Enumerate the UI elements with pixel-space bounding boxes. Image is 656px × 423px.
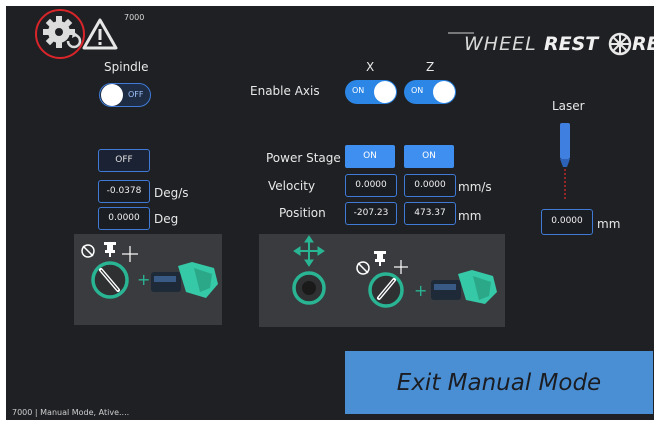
no-spindle-icon: [81, 244, 95, 258]
spindle-label: Spindle: [104, 60, 149, 74]
axis-x-label: X: [366, 60, 375, 74]
axis-z-label: Z: [426, 60, 435, 74]
velocity-unit: mm/s: [458, 180, 492, 194]
toggle-knob: [433, 81, 455, 103]
spindle-head-icon: [104, 242, 116, 257]
axis-tool-panel: +: [259, 234, 505, 327]
spindle-head-icon: [374, 251, 386, 266]
position-unit: mm: [458, 209, 482, 223]
move-cross-icon: [293, 235, 325, 267]
move-arrows-icon: [122, 246, 138, 262]
spindle-speed-unit: Deg/s: [154, 186, 189, 200]
move-arrows-icon: [394, 260, 408, 274]
axis-z-toggle-text: ON: [411, 86, 424, 95]
status-bar-text: 7000 | Manual Mode, Ative....: [12, 408, 130, 417]
exit-manual-mode-button[interactable]: Exit Manual Mode: [345, 351, 653, 414]
power-stage-label: Power Stage: [266, 151, 341, 165]
laser-label: Laser: [552, 99, 585, 113]
enable-axis-label: Enable Axis: [250, 84, 320, 98]
brand-tail: RE: [632, 33, 654, 55]
axis-x-toggle[interactable]: ON: [345, 80, 397, 104]
tool-holder-icon: [431, 270, 497, 304]
laser-field[interactable]: 0.0000: [541, 209, 593, 235]
velocity-x-field[interactable]: 0.0000: [345, 174, 397, 197]
spindle-toggle[interactable]: OFF: [99, 83, 151, 107]
brand-thin: WHEEL: [464, 33, 537, 55]
svg-text:+: +: [414, 281, 427, 300]
toggle-knob: [374, 81, 396, 103]
spindle-toggle-text: OFF: [128, 90, 144, 99]
settings-highlight-circle: [35, 9, 85, 59]
velocity-label: Velocity: [268, 179, 316, 193]
tool-holder-icon: [151, 262, 218, 298]
brand-bold: REST: [544, 33, 599, 55]
spindle-tool-panel: +: [74, 234, 222, 325]
machine-control-screen: 7000 WHEEL REST RE Spindle OFF OFF -0.03…: [6, 6, 654, 420]
axis-z-toggle[interactable]: ON: [404, 80, 456, 104]
velocity-z-field[interactable]: 0.0000: [404, 174, 456, 197]
position-label: Position: [279, 206, 326, 220]
spindle-status-button[interactable]: OFF: [98, 149, 150, 172]
no-spindle-icon: [356, 261, 370, 275]
position-x-field[interactable]: -207.23: [345, 202, 397, 225]
spindle-angle-field[interactable]: 0.0000: [98, 207, 150, 230]
svg-text:+: +: [137, 270, 150, 289]
spindle-angle-unit: Deg: [154, 212, 179, 226]
warning-icon[interactable]: [82, 18, 118, 50]
position-z-field[interactable]: 473.37: [404, 202, 456, 225]
axis-target-icon: [292, 271, 326, 305]
header-code: 7000: [124, 13, 145, 22]
laser-unit: mm: [597, 217, 621, 231]
axis-x-toggle-text: ON: [352, 86, 365, 95]
brand-logo: WHEEL REST RE: [448, 30, 654, 58]
power-z-button[interactable]: ON: [404, 145, 454, 168]
laser-sensor-icon: [555, 123, 575, 203]
spindle-speed-field[interactable]: -0.0378: [98, 180, 150, 203]
toggle-knob: [101, 84, 123, 106]
power-x-button[interactable]: ON: [345, 145, 395, 168]
